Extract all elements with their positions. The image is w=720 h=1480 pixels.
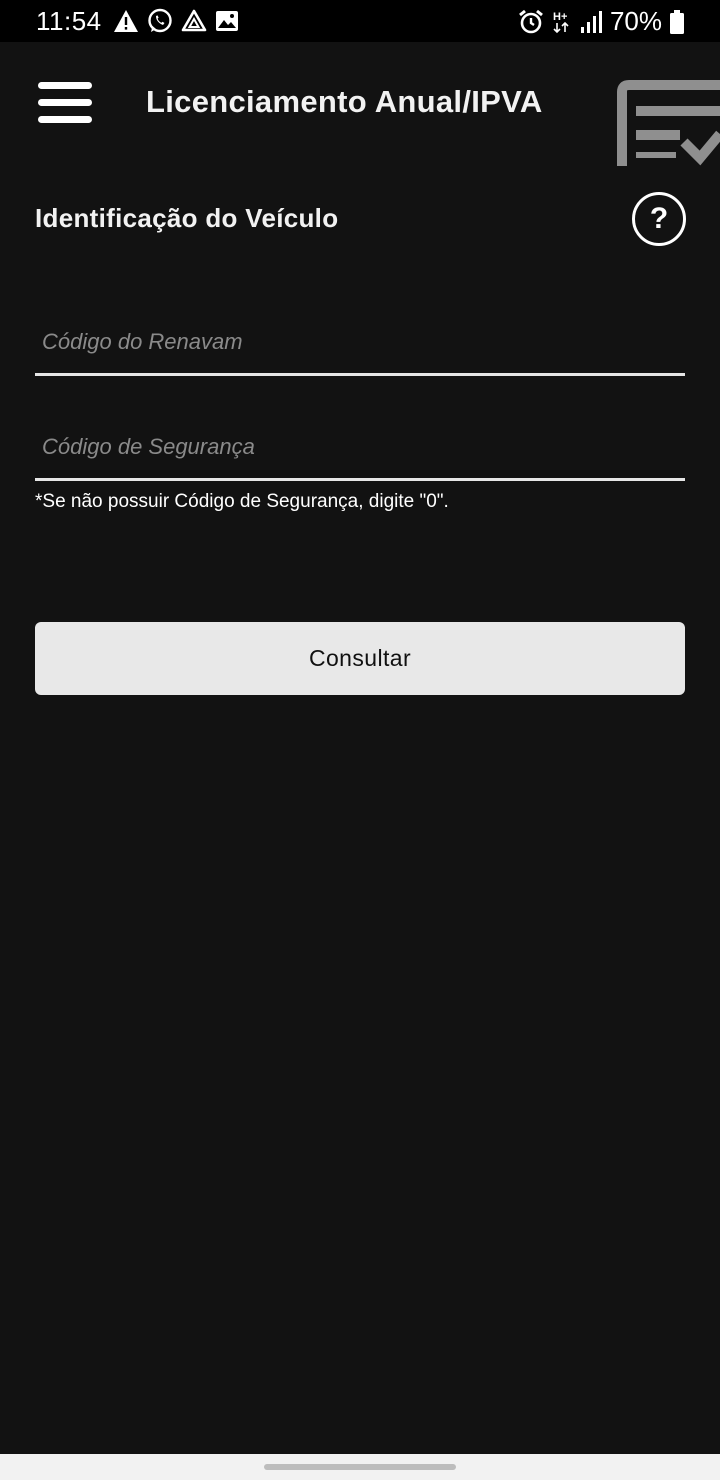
status-time: 11:54: [36, 6, 102, 36]
help-icon[interactable]: ?: [632, 192, 686, 246]
document-check-icon[interactable]: [616, 80, 720, 166]
drive-icon: [181, 9, 207, 32]
svg-text:H+: H+: [553, 11, 567, 23]
renavam-input[interactable]: [35, 311, 685, 373]
navigation-bar: [0, 1454, 720, 1480]
section-title: Identificação do Veículo: [35, 203, 339, 233]
status-right: H+ 70%: [518, 6, 684, 37]
image-icon: [216, 11, 238, 31]
alarm-icon: [519, 9, 543, 33]
network-h-plus-icon: H+: [553, 11, 569, 33]
notification-icons: [113, 8, 239, 34]
app-bar: Licenciamento Anual/IPVA: [0, 42, 720, 166]
whatsapp-icon: [148, 8, 172, 33]
battery-percent: 70%: [609, 6, 662, 36]
hamburger-menu-icon[interactable]: [38, 82, 94, 126]
page-title: Licenciamento Anual/IPVA: [146, 84, 543, 119]
signal-icon: [580, 10, 602, 33]
renavam-field: [35, 311, 685, 376]
security-code-input[interactable]: [35, 416, 685, 478]
home-gesture-handle[interactable]: [264, 1464, 456, 1470]
security-code-field: [35, 416, 685, 481]
battery-icon: [670, 9, 684, 34]
status-bar: 11:54 H+ 70%: [0, 0, 720, 42]
warning-icon: [114, 10, 138, 32]
consultar-button[interactable]: Consultar: [35, 622, 685, 695]
security-code-hint: *Se não possuir Código de Segurança, dig…: [35, 491, 449, 512]
